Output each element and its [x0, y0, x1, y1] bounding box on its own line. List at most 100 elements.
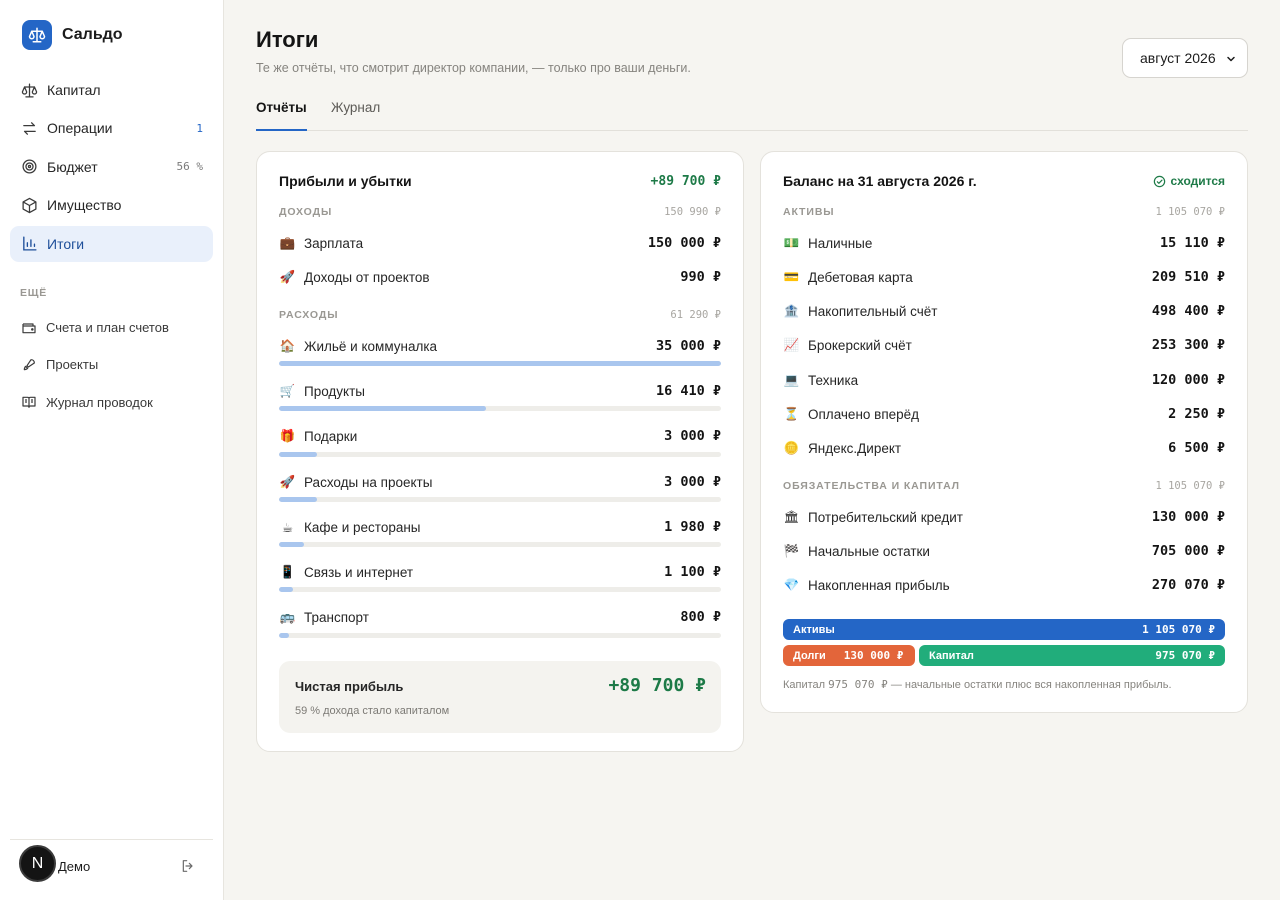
nav-label: Итоги: [47, 235, 85, 252]
bar-fill: [279, 497, 317, 502]
briefcase-icon: 💼: [279, 235, 296, 250]
sidebar: Сальдо Капитал Операции 1 Бюджет 56 % Им…: [0, 0, 224, 900]
laptop-icon: 💻: [783, 372, 800, 387]
bar-value: 975 070 ₽: [1155, 649, 1215, 662]
bar-label: Капитал: [929, 649, 974, 662]
coin-icon: 🪙: [783, 440, 800, 455]
nav-item-accounts[interactable]: Счета и план счетов: [10, 310, 213, 345]
bus-icon: 🚌: [279, 609, 296, 624]
nav-label: Операции: [47, 120, 113, 137]
list-item[interactable]: 💳 Дебетовая карта 209 510 ₽: [783, 267, 1225, 287]
group-label: ДОХОДЫ: [279, 206, 333, 218]
net-profit-label: Чистая прибыль: [295, 679, 404, 694]
row-amount: 130 000 ₽: [1151, 509, 1225, 525]
list-item[interactable]: 🎁 Подарки 3 000 ₽: [279, 426, 721, 446]
scales-icon: [20, 81, 38, 99]
nav-item-capital[interactable]: Капитал: [10, 72, 213, 108]
coffee-icon: ☕: [281, 519, 294, 535]
cart-icon: 🛒: [279, 383, 296, 398]
expense-share-bar: [279, 497, 721, 502]
row-label: Накопительный счёт: [808, 303, 938, 319]
tab-reports[interactable]: Отчёты: [256, 100, 307, 131]
nav-section-title: ЕЩЁ: [20, 287, 48, 299]
row-label: Связь и интернет: [304, 564, 414, 580]
tab-journal[interactable]: Журнал: [331, 100, 380, 131]
pnl-title: Прибыли и убытки: [279, 173, 412, 189]
group-label: РАСХОДЫ: [279, 309, 339, 321]
list-item[interactable]: 💻 Техника 120 000 ₽: [783, 370, 1225, 390]
list-item[interactable]: 🚌 Транспорт 800 ₽: [279, 607, 721, 627]
list-item[interactable]: 🪙 Яндекс.Директ 6 500 ₽: [783, 438, 1225, 458]
debt-bar: Долги 130 000 ₽: [783, 645, 915, 666]
main-nav: Капитал Операции 1 Бюджет 56 % Имущество…: [10, 72, 213, 264]
credit-card-icon: 💳: [783, 269, 800, 284]
brand[interactable]: Сальдо: [22, 20, 123, 50]
row-label: Брокерский счёт: [808, 337, 912, 353]
list-item[interactable]: 🏁 Начальные остатки 705 000 ₽: [783, 541, 1225, 561]
bar-fill: [279, 542, 305, 547]
liabilities-group-header: ОБЯЗАТЕЛЬСТВА И КАПИТАЛ 1 105 070 ₽: [783, 480, 1225, 492]
period-select[interactable]: август 2026: [1122, 38, 1248, 78]
balance-card: Баланс на 31 августа 2026 г. сходится АК…: [760, 151, 1248, 713]
expense-share-bar: [279, 452, 721, 457]
group-sum: 150 990 ₽: [664, 206, 721, 218]
income-group-header: ДОХОДЫ 150 990 ₽: [279, 206, 721, 218]
row-amount: 3 000 ₽: [664, 474, 721, 490]
list-item[interactable]: 🛒 Продукты 16 410 ₽: [279, 381, 721, 401]
status-badge: сходится: [1153, 174, 1225, 188]
row-amount: 2 250 ₽: [1168, 406, 1225, 422]
row-label: Доходы от проектов: [304, 269, 430, 285]
nav-label: Счета и план счетов: [46, 320, 169, 335]
list-item[interactable]: 🚀 Доходы от проектов 990 ₽: [279, 267, 721, 287]
gem-icon: 💎: [783, 577, 800, 592]
list-item[interactable]: 📱 Связь и интернет 1 100 ₽: [279, 562, 721, 582]
nav-item-totals[interactable]: Итоги: [10, 225, 213, 262]
list-item[interactable]: 💼 Зарплата 150 000 ₽: [279, 233, 721, 253]
nav-label: Имущество: [47, 197, 122, 214]
bank-icon: 🏦: [783, 303, 800, 318]
book-icon: [20, 393, 38, 411]
nav-item-projects[interactable]: Проекты: [10, 347, 213, 382]
checkered-flag-icon: 🏁: [783, 543, 800, 558]
institution-icon: 🏛: [783, 509, 800, 524]
logout-icon[interactable]: [180, 858, 198, 876]
list-item[interactable]: 🏠 Жильё и коммуналка 35 000 ₽: [279, 336, 721, 356]
list-item[interactable]: 🏦 Накопительный счёт 498 400 ₽: [783, 301, 1225, 321]
list-item[interactable]: 💵 Наличные 15 110 ₽: [783, 233, 1225, 253]
pnl-card: Прибыли и убытки +89 700 ₽ ДОХОДЫ 150 99…: [256, 151, 744, 752]
nav-item-property[interactable]: Имущество: [10, 187, 213, 223]
row-label: Кафе и рестораны: [304, 519, 421, 535]
row-label: Потребительский кредит: [808, 509, 963, 525]
nav-item-operations[interactable]: Операции 1: [10, 110, 213, 146]
row-amount: 498 400 ₽: [1151, 303, 1225, 319]
row-label: Накопленная прибыль: [808, 577, 950, 593]
note-value: 975 070 ₽: [828, 678, 888, 691]
row-amount: 705 000 ₽: [1151, 543, 1225, 559]
bar-value: 130 000 ₽: [843, 649, 904, 662]
list-item[interactable]: 💎 Накопленная прибыль 270 070 ₽: [783, 575, 1225, 595]
avatar[interactable]: N: [19, 845, 56, 882]
list-item[interactable]: ☕ Кафе и рестораны 1 980 ₽: [279, 517, 721, 537]
list-item[interactable]: 📈 Брокерский счёт 253 300 ₽: [783, 335, 1225, 355]
hourglass-icon: ⏳: [783, 406, 800, 421]
group-label: ОБЯЗАТЕЛЬСТВА И КАПИТАЛ: [783, 480, 960, 492]
gift-icon: 🎁: [279, 428, 296, 443]
note-suffix: — начальные остатки плюс вся накопленная…: [890, 679, 1172, 691]
row-amount: 120 000 ₽: [1151, 372, 1225, 388]
page-title: Итоги: [256, 27, 319, 52]
list-item[interactable]: 🚀 Расходы на проекты 3 000 ₽: [279, 472, 721, 492]
row-amount: 3 000 ₽: [664, 428, 721, 444]
row-label: Транспорт: [304, 609, 369, 625]
nav-item-budget[interactable]: Бюджет 56 %: [10, 149, 213, 185]
row-label: Расходы на проекты: [304, 474, 433, 490]
list-item[interactable]: ⏳ Оплачено вперёд 2 250 ₽: [783, 404, 1225, 424]
row-label: Подарки: [304, 428, 358, 444]
expense-share-bar: [279, 542, 721, 547]
nav-item-journal[interactable]: Журнал проводок: [10, 385, 213, 420]
phone-icon: 📱: [279, 564, 296, 579]
user-name: Демо: [58, 859, 91, 874]
list-item[interactable]: 🏛 Потребительский кредит 130 000 ₽: [783, 507, 1225, 527]
arrows-exchange-icon: [20, 119, 38, 137]
row-amount: 1 100 ₽: [664, 564, 721, 580]
expense-group-header: РАСХОДЫ 61 290 ₽: [279, 309, 721, 321]
